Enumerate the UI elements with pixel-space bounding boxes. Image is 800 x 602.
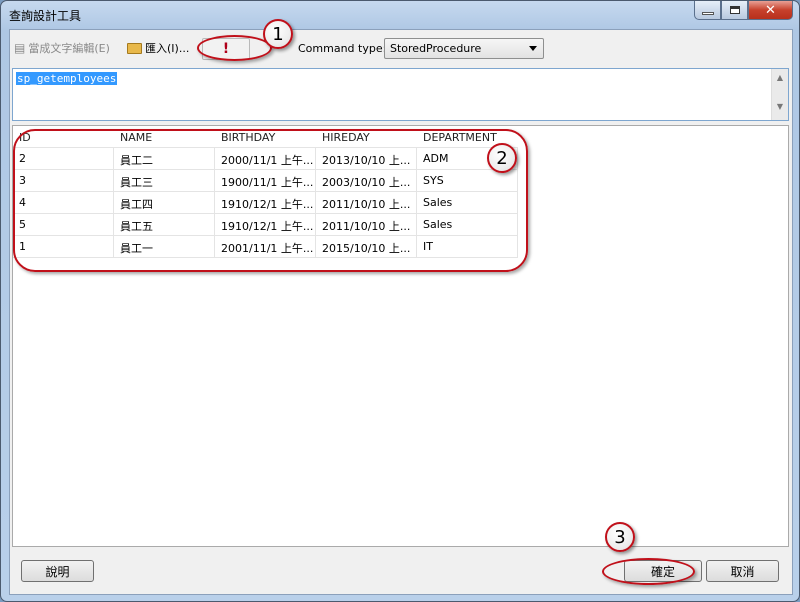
- help-button[interactable]: 說明: [21, 560, 94, 582]
- minimize-button[interactable]: [694, 1, 721, 20]
- scroll-down-icon[interactable]: ▼: [772, 102, 788, 111]
- scroll-up-icon[interactable]: ▲: [772, 73, 788, 82]
- query-textarea[interactable]: sp_getemployees ▲ ▼: [12, 68, 789, 121]
- annotation-badge-2: 2: [487, 143, 517, 173]
- close-icon: ✕: [765, 2, 776, 18]
- edit-text-icon: ▤: [14, 41, 26, 55]
- import-button[interactable]: 匯入(I)...: [127, 36, 189, 60]
- command-type-select[interactable]: StoredProcedure: [384, 38, 544, 59]
- maximize-button[interactable]: [721, 1, 748, 20]
- edit-as-text-label: 當成文字編輯(E): [28, 42, 110, 55]
- close-button[interactable]: ✕: [748, 1, 793, 20]
- annotation-badge-3: 3: [605, 522, 635, 552]
- command-type-value: StoredProcedure: [390, 42, 482, 55]
- maximize-icon: [729, 6, 740, 14]
- annotation-ellipse-2: [13, 129, 528, 272]
- chevron-down-icon: [529, 46, 537, 51]
- annotation-badge-1: 1: [263, 19, 293, 49]
- minimize-icon: [701, 11, 714, 15]
- cancel-button[interactable]: 取消: [706, 560, 779, 582]
- folder-open-icon: [127, 42, 142, 54]
- annotation-ellipse-1: [197, 35, 272, 61]
- window-title: 查詢設計工具: [9, 9, 82, 23]
- import-label: 匯入(I)...: [145, 42, 190, 55]
- command-type-label: Command type:: [298, 42, 387, 55]
- query-text: sp_getemployees: [16, 72, 118, 85]
- annotation-ellipse-3: [602, 558, 695, 585]
- query-scrollbar[interactable]: ▲ ▼: [771, 69, 788, 120]
- edit-as-text-button[interactable]: ▤ 當成文字編輯(E): [14, 36, 110, 60]
